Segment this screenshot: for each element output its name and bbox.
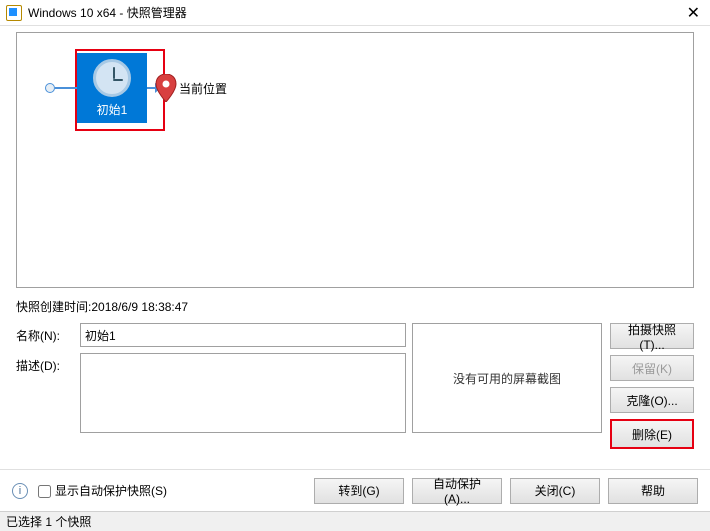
delete-highlight: 删除(E) [610,419,694,449]
description-textarea[interactable] [80,353,406,433]
created-time: 快照创建时间:2018/6/9 18:38:47 [16,296,694,317]
delete-button[interactable]: 删除(E) [612,421,692,447]
title-bar: Windows 10 x64 - 快照管理器 ✕ [0,0,710,26]
clone-button[interactable]: 克隆(O)... [610,387,694,413]
autoprotect-button[interactable]: 自动保护(A)... [412,478,502,504]
vmware-icon [6,5,22,21]
help-button[interactable]: 帮助 [608,478,698,504]
take-snapshot-button[interactable]: 拍摄快照(T)... [610,323,694,349]
arrow-icon [147,87,155,89]
snapshot-manager-window: Windows 10 x64 - 快照管理器 ✕ 初始1 当前位置 快照创建 [0,0,710,531]
description-label: 描述(D): [16,353,80,374]
clock-icon [93,59,131,97]
name-input[interactable] [80,323,406,347]
keep-button: 保留(K) [610,355,694,381]
status-text: 已选择 1 个快照 [6,513,91,530]
goto-button[interactable]: 转到(G) [314,478,404,504]
info-icon: i [12,483,28,499]
root-node[interactable] [45,83,55,93]
window-title: Windows 10 x64 - 快照管理器 [28,4,666,21]
no-screenshot-text: 没有可用的屏幕截图 [453,370,561,387]
screenshot-preview: 没有可用的屏幕截图 [412,323,602,433]
current-position-pin-icon[interactable] [155,74,177,102]
bottom-bar: i 显示自动保护快照(S) 转到(G) 自动保护(A)... 关闭(C) 帮助 [0,469,710,511]
status-bar: 已选择 1 个快照 [0,511,710,531]
arrow-icon [55,87,77,89]
current-position-label: 当前位置 [179,80,227,97]
show-autoprotect-label: 显示自动保护快照(S) [55,482,314,499]
close-icon[interactable]: ✕ [666,3,706,23]
close-button[interactable]: 关闭(C) [510,478,600,504]
name-label: 名称(N): [16,323,80,344]
show-autoprotect-checkbox[interactable] [38,485,51,498]
snapshot-node[interactable]: 初始1 [77,53,147,123]
snapshot-node-label: 初始1 [97,101,128,118]
snapshot-tree[interactable]: 初始1 当前位置 [16,32,694,288]
